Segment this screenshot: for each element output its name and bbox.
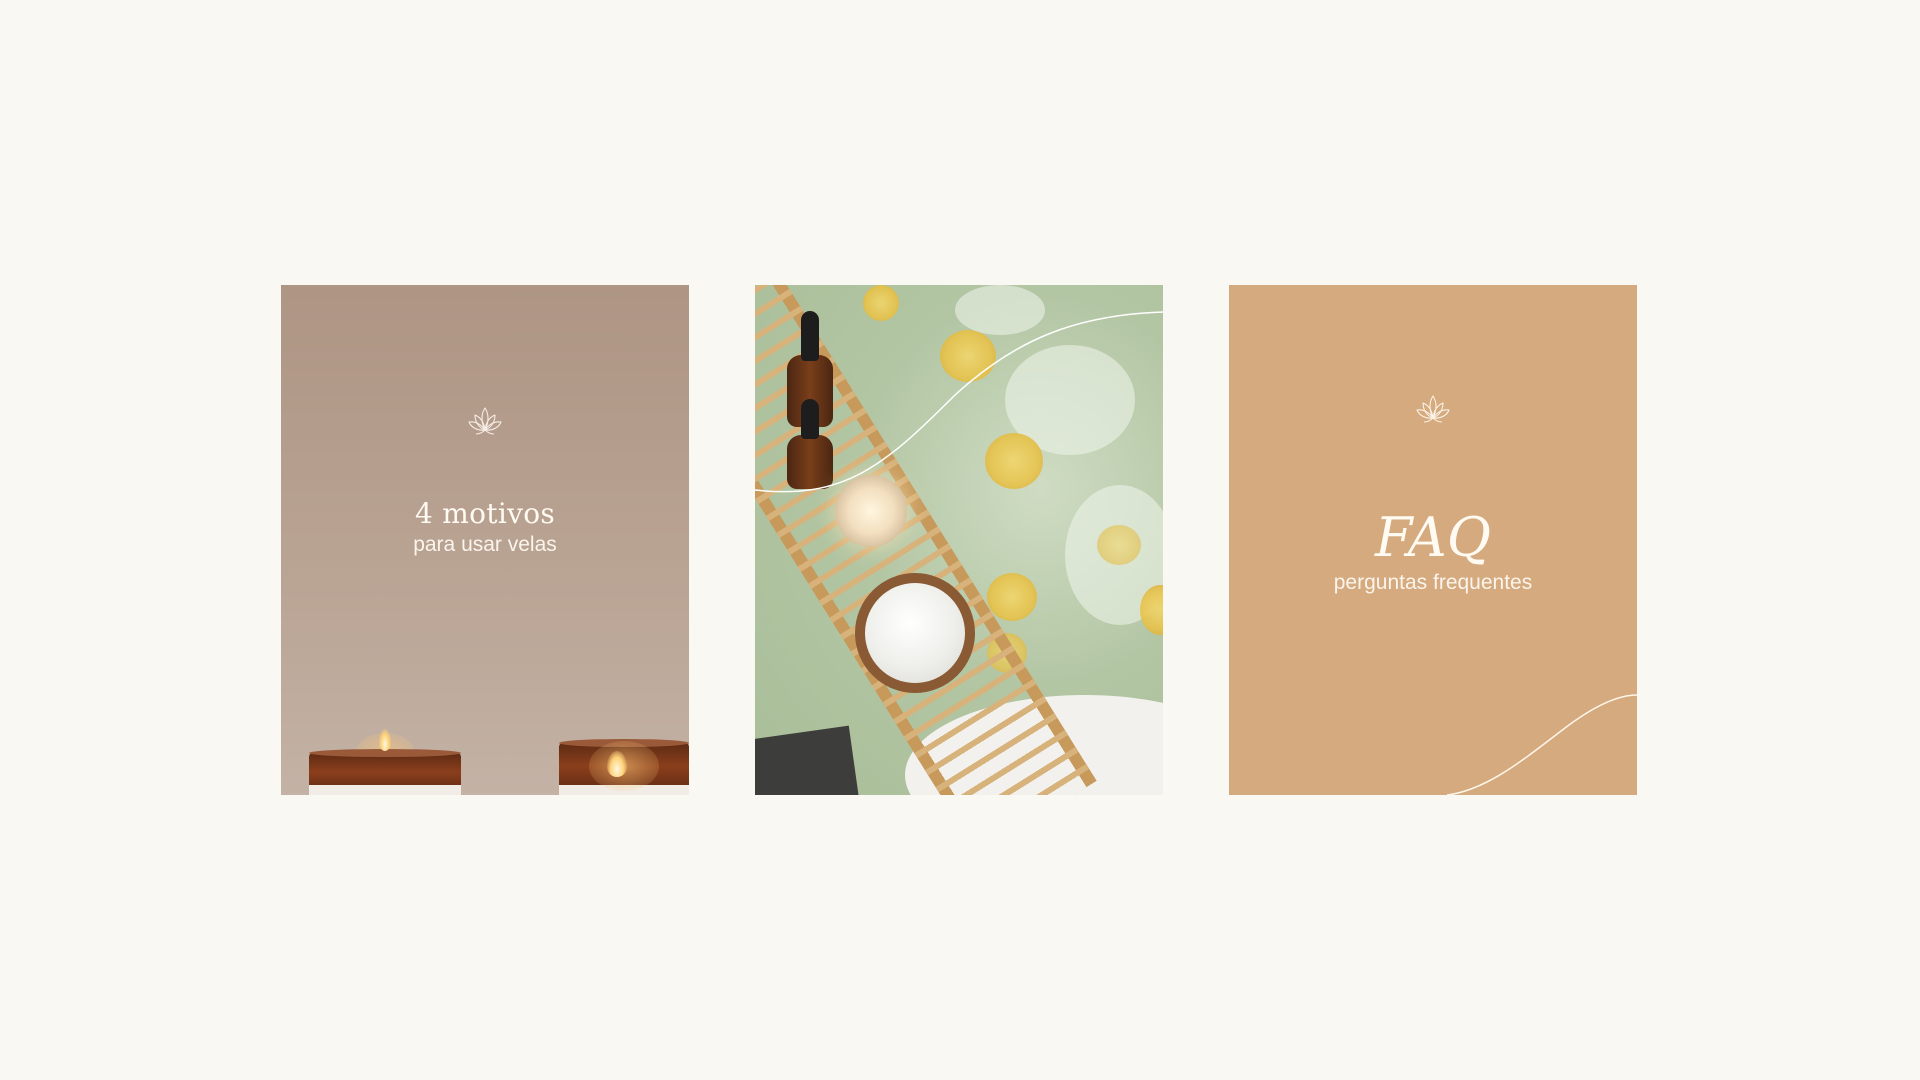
decorative-curve — [755, 311, 1163, 493]
candle-flame-icon — [607, 751, 627, 777]
candle-left — [309, 729, 461, 795]
reasons-post-card[interactable]: 4 motivos para usar velas — [281, 285, 689, 795]
spa-photo-card[interactable] — [755, 285, 1163, 795]
reasons-subtitle: para usar velas — [413, 533, 557, 556]
reasons-title-block: 4 motivos para usar velas — [281, 497, 689, 559]
reasons-title: 4 motivos — [414, 497, 556, 530]
lotus-icon — [468, 407, 502, 435]
candle-flame-icon — [379, 729, 391, 751]
decorative-curve — [1446, 694, 1637, 795]
faq-post-card[interactable]: FAQ perguntas frequentes — [1229, 285, 1637, 795]
post-previews: 4 motivos para usar velas FAQ perguntas … — [0, 0, 1920, 1080]
candle-right — [559, 733, 689, 795]
